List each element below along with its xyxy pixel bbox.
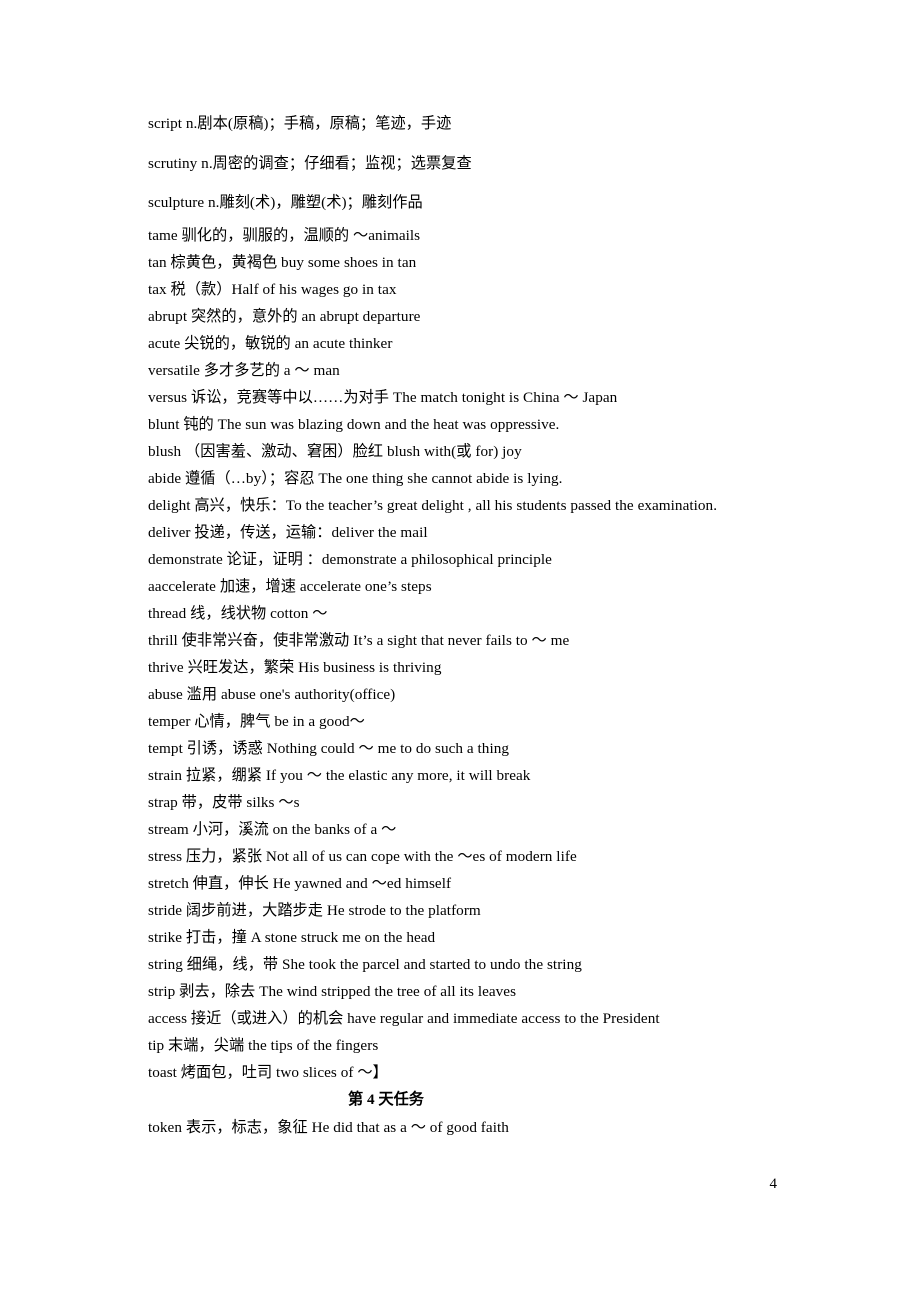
entries-after-header: token 表示，标志，象征 He did that as a 〜 of goo… bbox=[148, 1114, 808, 1141]
vocabulary-entry: demonstrate 论证，证明 ：demonstrate a philoso… bbox=[148, 551, 552, 568]
vocabulary-entry: acute 尖锐的，敏锐的 an acute thinker bbox=[148, 335, 393, 352]
vocabulary-entry: stretch 伸直，伸长 He yawned and 〜ed himself bbox=[148, 875, 452, 892]
vocabulary-entry: sculpture n.雕刻(术)，雕塑(术)；雕刻作品 bbox=[148, 194, 423, 211]
vocabulary-entry: strain 拉紧，绷紧 If you 〜 the elastic any mo… bbox=[148, 767, 531, 784]
vocabulary-entry: script n.剧本(原稿)；手稿，原稿；笔迹，手迹 bbox=[148, 115, 452, 132]
vocabulary-entry: strap 带，皮带 silks 〜s bbox=[148, 794, 300, 811]
vocabulary-entry: aaccelerate 加速，增速 accelerate one’s steps bbox=[148, 578, 432, 595]
vocabulary-entry: tame 驯化的，驯服的，温顺的 〜animails bbox=[148, 227, 421, 244]
vocabulary-entry: access 接近（或进入）的机会 have regular and immed… bbox=[148, 1010, 660, 1027]
vocabulary-entry: abide 遵循（…by）；容忍 The one thing she canno… bbox=[148, 470, 563, 487]
vocabulary-entry: thrive 兴旺发达，繁荣 His business is thriving bbox=[148, 659, 442, 676]
vocabulary-entry: stress 压力，紧张 Not all of us can cope with… bbox=[148, 848, 577, 865]
vocabulary-entry: temper 心情，脾气 be in a good〜 bbox=[148, 713, 365, 730]
vocabulary-entry: thread 线，线状物 cotton 〜 bbox=[148, 605, 328, 622]
vocabulary-entry: string 细绳，线，带 She took the parcel and st… bbox=[148, 956, 582, 973]
vocabulary-entry: delight 高兴，快乐：To the teacher’s great del… bbox=[148, 497, 718, 514]
vocabulary-entry: tax 税（款）Half of his wages go in tax bbox=[148, 281, 397, 298]
vocabulary-entry: deliver 投递，传送，运输：deliver the mail bbox=[148, 524, 428, 541]
document-page: script n.剧本(原稿)；手稿，原稿；笔迹，手迹 scrutiny n.周密… bbox=[0, 0, 920, 1300]
vocabulary-entry: tip 末端，尖端 the tips of the fingers bbox=[148, 1037, 379, 1054]
vocabulary-entry: blunt 钝的 The sun was blazing down and th… bbox=[148, 416, 560, 433]
vocabulary-entry: versus 诉讼，竞赛等中以……为对手 The match tonight i… bbox=[148, 389, 618, 406]
vocabulary-entry: toast 烤面包，吐司 two slices of 〜】 bbox=[148, 1064, 388, 1081]
entries-before-header: script n.剧本(原稿)；手稿，原稿；笔迹，手迹 scrutiny n.周密… bbox=[148, 104, 808, 1086]
vocabulary-entry: thrill 使非常兴奋，使非常激动 It’s a sight that nev… bbox=[148, 632, 570, 649]
page-number: 4 bbox=[769, 1176, 778, 1192]
vocabulary-entry: versatile 多才多艺的 a 〜 man bbox=[148, 362, 340, 379]
vocabulary-list: script n.剧本(原稿)；手稿，原稿；笔迹，手迹 scrutiny n.周密… bbox=[148, 104, 808, 1141]
vocabulary-entry: strike 打击，撞 A stone struck me on the hea… bbox=[148, 929, 436, 946]
vocabulary-entry: strip 剥去，除去 The wind stripped the tree o… bbox=[148, 983, 517, 1000]
vocabulary-entry: abrupt 突然的，意外的 an abrupt departure bbox=[148, 308, 421, 325]
vocabulary-entry: tan 棕黄色，黄褐色 buy some shoes in tan bbox=[148, 254, 417, 271]
vocabulary-entry: scrutiny n.周密的调查；仔细看；监视；选票复查 bbox=[148, 155, 472, 172]
vocabulary-entry: abuse 滥用 abuse one's authority(office) bbox=[148, 686, 396, 703]
vocabulary-entry: stride 阔步前进，大踏步走 He strode to the platfo… bbox=[148, 902, 481, 919]
vocabulary-entry: token 表示，标志，象征 He did that as a 〜 of goo… bbox=[148, 1119, 509, 1136]
day-task-header: 第 4 天任务 bbox=[348, 1091, 424, 1108]
vocabulary-entry: tempt 引诱，诱惑 Nothing could 〜 me to do suc… bbox=[148, 740, 510, 757]
vocabulary-entry: blush （因害羞、激动、窘困）脸红 blush with(或 for) jo… bbox=[148, 443, 522, 460]
vocabulary-entry: stream 小河，溪流 on the banks of a 〜 bbox=[148, 821, 397, 838]
